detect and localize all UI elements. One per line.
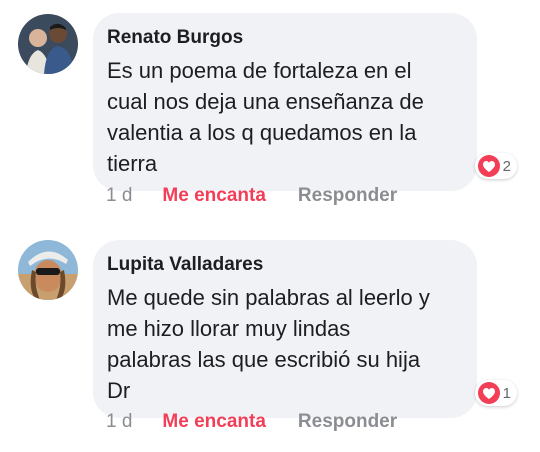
comment-timestamp[interactable]: 1 d [106,185,132,207]
comment-bubble: Lupita Valladares Me quede sin palabras … [93,240,517,418]
avatar[interactable] [18,14,78,74]
like-button[interactable]: Me encanta [162,411,265,433]
reaction-summary[interactable]: 1 [474,380,517,406]
comment-bubble: Renato Burgos Es un poema de fortaleza e… [93,13,517,191]
comment-text: Me quede sin palabras al leerlo y me hiz… [107,285,430,403]
reaction-count: 1 [502,384,511,402]
comment-actions: 1 d Me encanta Responder [106,185,397,207]
comment-text: Es un poema de fortaleza en el cual nos … [107,58,424,176]
reply-button[interactable]: Responder [298,185,397,207]
reaction-summary[interactable]: 2 [474,153,517,179]
like-button[interactable]: Me encanta [162,185,265,207]
avatar[interactable] [18,240,78,300]
comment-author[interactable]: Lupita Valladares [107,253,463,277]
heart-icon [477,382,500,404]
reaction-count: 2 [502,157,511,175]
heart-icon [477,155,500,177]
comment-actions: 1 d Me encanta Responder [106,411,397,433]
comment-timestamp[interactable]: 1 d [106,411,132,433]
reply-button[interactable]: Responder [298,411,397,433]
comment-author[interactable]: Renato Burgos [107,26,463,50]
